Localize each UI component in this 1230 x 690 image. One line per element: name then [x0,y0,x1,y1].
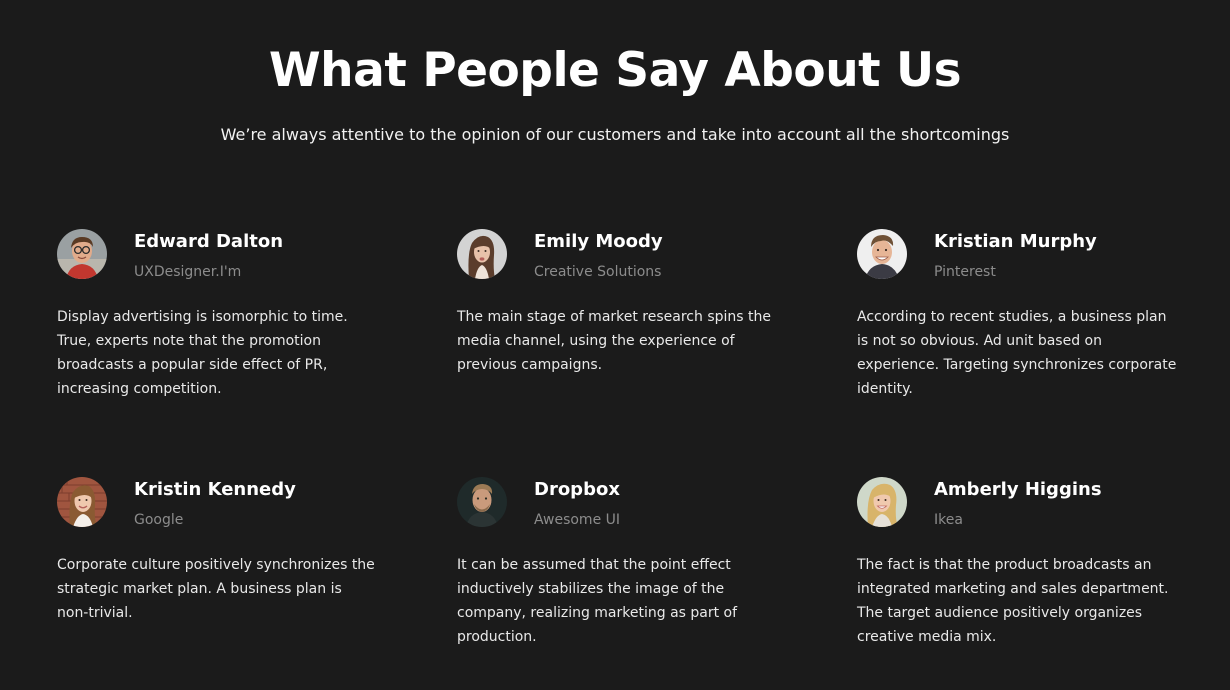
testimonial-company: Creative Solutions [534,264,662,280]
avatar-man-dark-background-icon [457,477,507,527]
avatar-woman-dark-hair-icon [457,229,507,279]
testimonial-name: Amberly Higgins [934,479,1102,500]
testimonial-name: Kristian Murphy [934,231,1097,252]
testimonial-quote: Display advertising is isomorphic to tim… [57,309,348,397]
avatar-man-glasses-red-shirt-icon [57,229,107,279]
testimonial-company: Google [134,512,184,528]
testimonial-quote: Corporate culture positively synchronize… [57,557,375,621]
testimonial-quote: The fact is that the product broadcasts … [857,557,1169,645]
avatar [857,229,907,279]
section-title: What People Say About Us [268,43,962,98]
avatar [57,229,107,279]
testimonial-company: UXDesigner.I'm [134,264,242,280]
testimonial-name: Emily Moody [534,231,663,252]
testimonial-quote: It can be assumed that the point effect … [457,557,738,645]
avatar-man-smiling-icon [857,229,907,279]
avatar [57,477,107,527]
testimonials-section: What People Say About Us We’re always at… [0,0,1230,690]
testimonial-company: Ikea [934,512,963,528]
avatar [457,477,507,527]
testimonial-name: Dropbox [534,479,620,500]
avatar-woman-brick-wall-icon [57,477,107,527]
testimonial-quote: According to recent studies, a business … [857,309,1177,397]
avatar [857,477,907,527]
testimonial-name: Edward Dalton [134,231,284,252]
testimonial-company: Pinterest [934,264,996,280]
testimonial-quote: The main stage of market research spins … [457,309,771,373]
avatar [457,229,507,279]
testimonial-name: Kristin Kennedy [134,479,296,500]
testimonial-company: Awesome UI [534,512,621,528]
avatar-woman-blonde-icon [857,477,907,527]
section-subtitle: We’re always attentive to the opinion of… [220,125,1010,144]
